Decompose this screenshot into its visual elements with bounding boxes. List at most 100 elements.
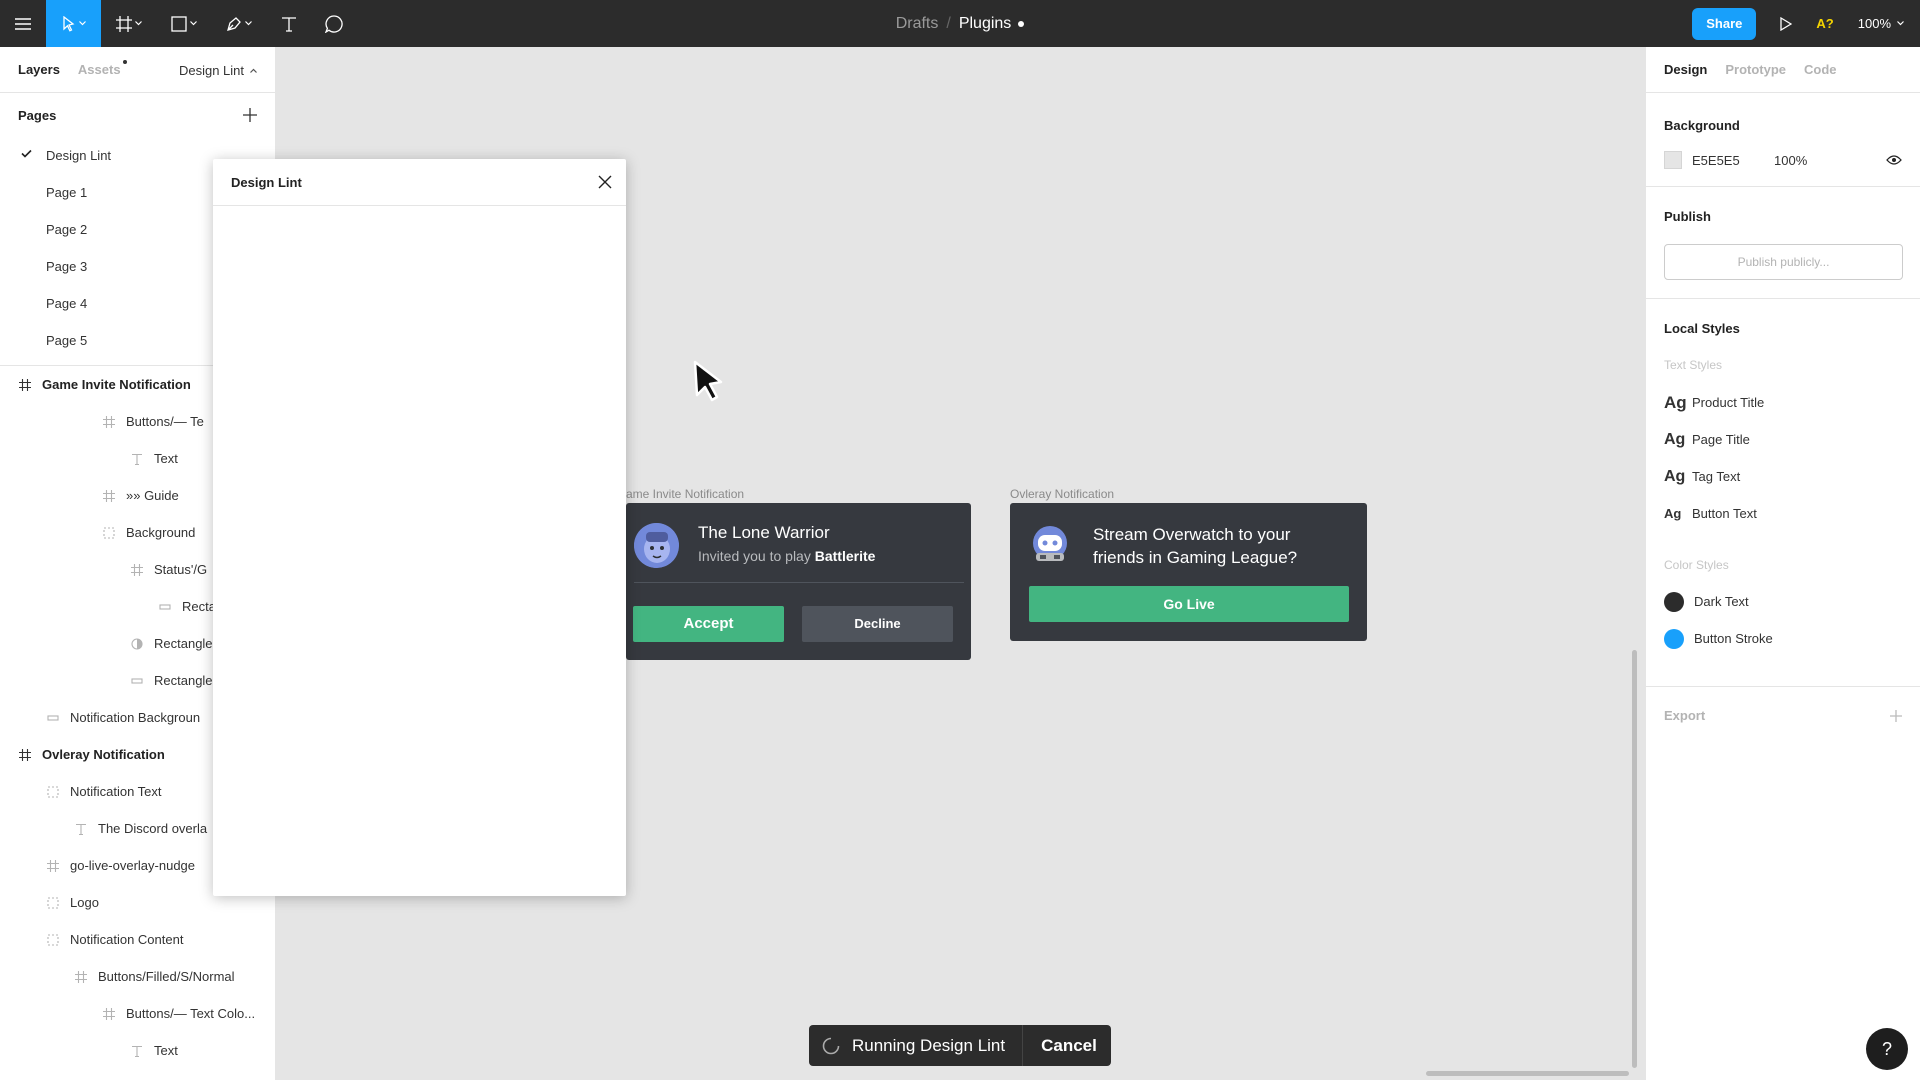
comment-tool-button[interactable] [311, 0, 356, 47]
layer-row[interactable]: »» Guide [0, 1069, 275, 1080]
tab-layers[interactable]: Layers [18, 62, 60, 77]
help-button[interactable]: ? [1866, 1028, 1908, 1070]
eye-icon[interactable] [1886, 155, 1902, 165]
text-style-label: Page Title [1692, 432, 1750, 447]
group-icon [46, 933, 60, 947]
invite-subtitle: Invited you to play Battlerite [698, 548, 875, 564]
tab-code[interactable]: Code [1804, 62, 1837, 77]
pen-icon [226, 16, 241, 31]
layer-row[interactable]: Notification Content [0, 921, 275, 958]
character-avatar-icon [634, 523, 679, 568]
color-style-item[interactable]: Dark Text [1664, 583, 1902, 620]
tab-assets-label: Assets [77, 62, 121, 77]
tab-assets[interactable]: Assets [77, 60, 127, 77]
add-page-icon[interactable] [243, 108, 257, 122]
plugin-header: Design Lint [213, 159, 626, 206]
text-styles-heading: Text Styles [1664, 358, 1723, 372]
warrior-avatar [634, 523, 679, 568]
background-row: E5E5E5 100% [1664, 150, 1902, 170]
frame-icon [18, 748, 32, 762]
layer-row[interactable]: Buttons/— Text Colo... [0, 995, 275, 1032]
running-status: Running Design Lint [809, 1025, 1024, 1066]
file-name[interactable]: Plugins [959, 15, 1011, 33]
text-styles-list: Ag Product Title Ag Page Title Ag Tag Text … [1664, 384, 1902, 532]
frame-label-overlay[interactable]: Ovleray Notification [1010, 487, 1114, 501]
local-styles-heading: Local Styles [1664, 321, 1740, 336]
color-style-item[interactable]: Button Stroke [1664, 620, 1902, 657]
chevron-down-icon [134, 21, 142, 26]
text-tool-button[interactable] [266, 0, 311, 47]
invite-title: The Lone Warrior [698, 523, 830, 542]
background-swatch[interactable] [1664, 151, 1682, 169]
zoom-dropdown[interactable]: 100% [1858, 16, 1904, 31]
text-style-item[interactable]: Ag Button Text [1664, 495, 1902, 532]
tab-design[interactable]: Design [1664, 62, 1707, 77]
text-style-item[interactable]: Ag Product Title [1664, 384, 1902, 421]
pen-tool-button[interactable] [211, 0, 266, 47]
publish-publicly-button[interactable]: Publish publicly... [1664, 244, 1903, 280]
comment-icon [324, 14, 343, 33]
rectangle-icon [46, 711, 60, 725]
close-icon[interactable] [598, 175, 612, 189]
cancel-plugin-button[interactable]: Cancel [1023, 1036, 1097, 1056]
text-style-item[interactable]: Ag Page Title [1664, 421, 1902, 458]
invite-game-name: Battlerite [814, 548, 876, 564]
tab-prototype[interactable]: Prototype [1725, 62, 1786, 77]
invite-subtitle-prefix: Invited you to play [698, 548, 815, 564]
plugin-running-toast: Running Design Lint Cancel [809, 1025, 1111, 1066]
text-style-item[interactable]: Ag Tag Text [1664, 458, 1902, 495]
background-heading: Background [1664, 118, 1740, 133]
canvas-horizontal-scrollbar[interactable] [1426, 1071, 1629, 1076]
frame-label-game-invite[interactable]: ame Invite Notification [626, 487, 744, 501]
card-divider [634, 582, 964, 583]
layer-label: Buttons/— Text Colo... [126, 1006, 256, 1021]
frame-tool-button[interactable] [101, 0, 156, 47]
color-styles-heading: Color Styles [1664, 558, 1729, 572]
canvas-vertical-scrollbar[interactable] [1632, 650, 1637, 1068]
publish-section: Publish Publish publicly... [1646, 187, 1920, 299]
game-invite-notification-frame[interactable]: The Lone Warrior Invited you to play Bat… [626, 503, 971, 660]
plugin-title: Design Lint [231, 174, 302, 190]
frame-icon [102, 489, 116, 503]
background-opacity[interactable]: 100% [1774, 153, 1886, 168]
user-badge[interactable]: A? [1816, 16, 1833, 31]
accept-button[interactable]: Accept [633, 606, 784, 642]
text-style-glyph: Ag [1664, 506, 1682, 521]
zoom-level: 100% [1857, 16, 1891, 31]
add-export-icon[interactable] [1890, 709, 1902, 722]
export-heading: Export [1664, 708, 1706, 723]
play-icon [1780, 16, 1793, 31]
go-live-button[interactable]: Go Live [1029, 586, 1349, 622]
group-icon [46, 896, 60, 910]
text-style-label: Product Title [1692, 395, 1765, 410]
decline-button[interactable]: Decline [802, 606, 953, 642]
text-style-glyph: Ag [1664, 467, 1686, 485]
layer-label: Text [154, 1043, 178, 1058]
layer-row[interactable]: Buttons/Filled/S/Normal [0, 958, 275, 995]
export-section: Export [1646, 687, 1920, 744]
background-hex[interactable]: E5E5E5 [1692, 153, 1774, 168]
overlay-title-line-2: friends in Gaming League? [1093, 548, 1298, 567]
assets-notification-dot [122, 60, 127, 64]
chevron-down-icon [189, 21, 197, 26]
checkmark-icon [21, 149, 32, 158]
main-menu-button[interactable] [0, 0, 46, 47]
discord-logo-icon [1033, 526, 1067, 561]
present-button[interactable] [1774, 16, 1798, 31]
share-button[interactable]: Share [1692, 7, 1757, 40]
breadcrumb-drafts[interactable]: Drafts [896, 15, 939, 33]
page-dropdown[interactable]: Design Lint [179, 63, 257, 78]
frame-icon [46, 859, 60, 873]
rectangle-icon [130, 674, 144, 688]
right-panel-tabs: Design Prototype Code [1646, 47, 1920, 93]
layer-row[interactable]: Text [0, 1032, 275, 1069]
layer-label: Buttons/Filled/S/Normal [98, 969, 235, 984]
properties-panel: Design Prototype Code Background E5E5E5 … [1645, 47, 1920, 1080]
text-style-label: Tag Text [1692, 469, 1741, 484]
shape-tool-button[interactable] [156, 0, 211, 47]
move-tool-button[interactable] [46, 0, 101, 47]
overlay-notification-frame[interactable]: Stream Overwatch to your friends in Gami… [1010, 503, 1367, 641]
chevron-down-icon [1897, 21, 1904, 26]
text-icon [130, 452, 144, 466]
hamburger-icon [15, 17, 31, 30]
